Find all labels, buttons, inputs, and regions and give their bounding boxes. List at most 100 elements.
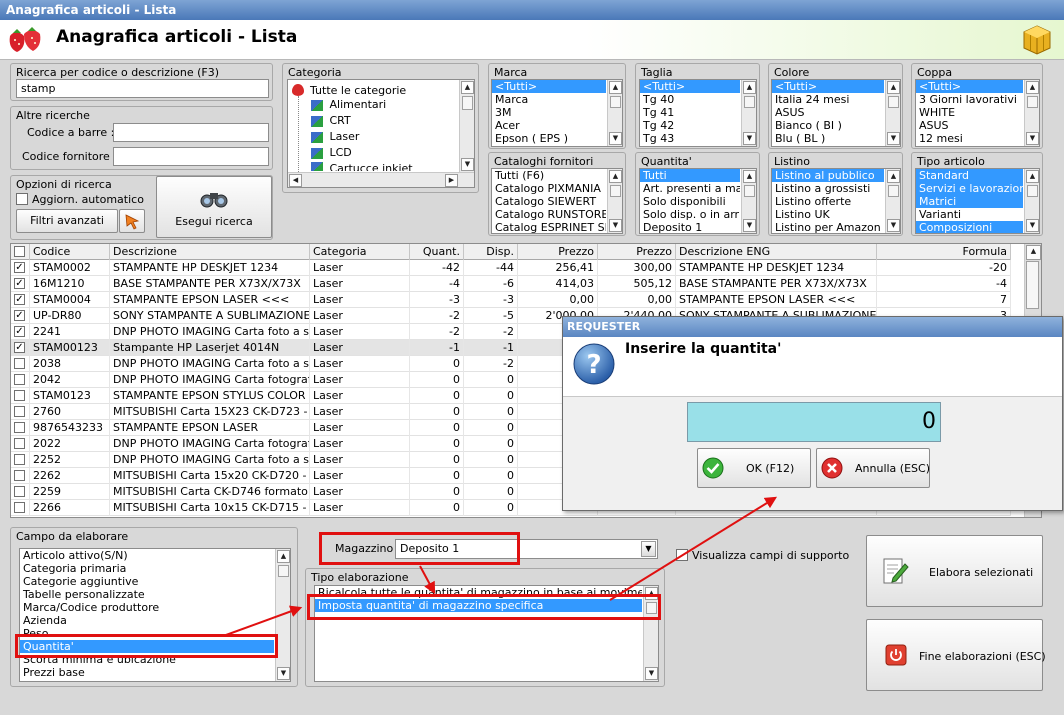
row-checkbox[interactable]: ✓ xyxy=(14,262,25,273)
category-item[interactable]: Alimentari xyxy=(311,98,386,111)
coppa-option[interactable]: <Tutti> xyxy=(916,80,1023,93)
coppa-option[interactable]: 3 Giorni lavorativi xyxy=(916,93,1023,106)
listino-option[interactable]: Listino al pubblico xyxy=(772,169,884,182)
scroll-down-icon[interactable]: ▼ xyxy=(743,132,756,145)
scroll-right-icon[interactable]: ▶ xyxy=(445,174,458,187)
fine-elaborazioni-button[interactable]: Fine elaborazioni (ESC) xyxy=(866,619,1046,691)
tipo-articolo-option[interactable]: Standard xyxy=(916,169,1023,182)
coppa-option[interactable]: WHITE xyxy=(916,106,1023,119)
filter-arrow-button[interactable] xyxy=(119,209,145,233)
campo-option[interactable]: Categorie aggiuntive xyxy=(20,575,274,588)
elabora-selezionati-button[interactable]: Elabora selezionati xyxy=(866,535,1043,607)
listbox-scrollbar[interactable]: ▲ ▼ xyxy=(1024,80,1039,146)
listbox-scrollbar[interactable]: ▲ ▼ xyxy=(885,169,900,233)
scroll-left-icon[interactable]: ◀ xyxy=(289,174,302,187)
taglia-option[interactable]: Tg 40 xyxy=(640,93,740,106)
category-tree[interactable]: Tutte le categorie Alimentari CRT Laser … xyxy=(287,79,475,188)
row-checkbox[interactable] xyxy=(14,502,25,513)
listbox-scrollbar[interactable]: ▲ ▼ xyxy=(885,80,900,146)
listbox-scrollbar[interactable]: ▲ ▼ xyxy=(1024,169,1039,233)
row-checkbox[interactable] xyxy=(14,422,25,433)
quantita-option[interactable]: Deposito 1 xyxy=(640,221,740,233)
support-fields-checkbox[interactable] xyxy=(676,549,688,561)
quantity-input[interactable]: 0 xyxy=(687,402,941,442)
listino-option[interactable]: Listino offerte xyxy=(772,195,884,208)
row-checkbox[interactable]: ✓ xyxy=(14,310,25,321)
row-checkbox[interactable]: ✓ xyxy=(14,326,25,337)
select-all-column[interactable] xyxy=(11,244,30,260)
cancel-button[interactable]: Annulla (ESC) xyxy=(816,448,930,488)
campo-option[interactable]: Marca/Codice produttore xyxy=(20,601,274,614)
marca-option[interactable]: Epson ( EPS ) xyxy=(492,132,606,145)
colore-listbox[interactable]: <Tutti> Italia 24 mesi ASUS Bianco ( BI ) Bl… xyxy=(771,79,901,147)
supplier-code-input[interactable] xyxy=(113,147,269,166)
table-row[interactable]: ✓ STAM0002 STAMPANTE HP DESKJET 1234 Laser -… xyxy=(11,260,1011,276)
column-header[interactable]: Disp. xyxy=(464,244,518,260)
scroll-down-icon[interactable]: ▼ xyxy=(609,132,622,145)
marca-option[interactable]: 3M xyxy=(492,106,606,119)
taglia-option[interactable]: Tg 43 xyxy=(640,132,740,145)
scroll-thumb[interactable] xyxy=(1027,185,1038,197)
row-checkbox[interactable] xyxy=(14,374,25,385)
row-checkbox[interactable] xyxy=(14,486,25,497)
catalogo-option[interactable]: Catalogo SIEWERT xyxy=(492,195,606,208)
marca-listbox[interactable]: <Tutti> Marca 3M Acer Epson ( EPS ) ▲ ▼ xyxy=(491,79,623,147)
colore-option[interactable]: Bianco ( BI ) xyxy=(772,119,884,132)
campo-option[interactable]: Azienda xyxy=(20,614,274,627)
ok-button[interactable]: OK (F12) xyxy=(697,448,811,488)
colore-option[interactable]: Blu ( BL ) xyxy=(772,132,884,145)
scroll-down-icon[interactable]: ▼ xyxy=(609,219,622,232)
column-header[interactable]: Formula xyxy=(877,244,1011,260)
scroll-thumb[interactable] xyxy=(744,185,755,197)
scroll-thumb[interactable] xyxy=(1027,96,1038,108)
taglia-listbox[interactable]: <Tutti> Tg 40 Tg 41 Tg 42 Tg 43 ▲ ▼ xyxy=(639,79,757,147)
scroll-thumb[interactable] xyxy=(888,96,899,108)
catalogo-option[interactable]: Catalogo RUNSTORE xyxy=(492,208,606,221)
table-row[interactable]: ✓ 16M1210 BASE STAMPANTE PER X73X/X73X Lase… xyxy=(11,276,1011,292)
scroll-down-icon[interactable]: ▼ xyxy=(461,158,474,171)
category-root[interactable]: Tutte le categorie xyxy=(310,84,406,97)
barcode-input[interactable] xyxy=(113,123,269,142)
listino-option[interactable]: Listino a grossisti xyxy=(772,182,884,195)
catalogo-option[interactable]: Tutti (F6) xyxy=(492,169,606,182)
scroll-thumb[interactable] xyxy=(278,565,289,577)
row-checkbox[interactable] xyxy=(14,406,25,417)
campo-option[interactable]: Articolo attivo(S/N) xyxy=(20,549,274,562)
quantita-listbox[interactable]: TuttiArt. presenti a magazzinoSolo dispo… xyxy=(639,168,757,234)
scroll-up-icon[interactable]: ▲ xyxy=(887,81,900,94)
scroll-down-icon[interactable]: ▼ xyxy=(887,219,900,232)
cubes-icon[interactable] xyxy=(1020,23,1054,57)
scroll-up-icon[interactable]: ▲ xyxy=(609,170,622,183)
execute-search-button[interactable]: Esegui ricerca xyxy=(156,176,272,238)
quantita-option[interactable]: Art. presenti a magazzino xyxy=(640,182,740,195)
quantita-option[interactable]: Solo disponibili xyxy=(640,195,740,208)
category-item[interactable]: CRT xyxy=(311,114,351,127)
colore-option[interactable]: ASUS xyxy=(772,106,884,119)
coppa-option[interactable]: ASUS xyxy=(916,119,1023,132)
tipo-articolo-option[interactable]: Varianti xyxy=(916,208,1023,221)
scroll-up-icon[interactable]: ▲ xyxy=(743,81,756,94)
row-checkbox[interactable]: ✓ xyxy=(14,278,25,289)
row-checkbox[interactable] xyxy=(14,438,25,449)
listbox-scrollbar[interactable]: ▲ ▼ xyxy=(275,549,290,681)
scroll-down-icon[interactable]: ▼ xyxy=(1026,132,1039,145)
campo-option[interactable]: Categoria primaria xyxy=(20,562,274,575)
scroll-up-icon[interactable]: ▲ xyxy=(277,550,290,563)
taglia-option[interactable]: Tg 41 xyxy=(640,106,740,119)
taglia-option[interactable]: <Tutti> xyxy=(640,80,740,93)
listbox-scrollbar[interactable]: ▲ ▼ xyxy=(607,80,622,146)
listino-option[interactable]: Listino per Amazon xyxy=(772,221,884,233)
scroll-down-icon[interactable]: ▼ xyxy=(743,219,756,232)
tipo-articolo-option[interactable]: Matrici xyxy=(916,195,1023,208)
cataloghi-listbox[interactable]: Tutti (F6) Catalogo PIXMANIA Catalogo SIEW… xyxy=(491,168,623,234)
column-header[interactable]: Prezzo xyxy=(518,244,598,260)
listbox-scrollbar[interactable]: ▲ ▼ xyxy=(607,169,622,233)
column-header[interactable]: Categoria xyxy=(310,244,410,260)
marca-option[interactable]: Marca xyxy=(492,93,606,106)
taglia-option[interactable]: Tg 42 xyxy=(640,119,740,132)
column-header[interactable]: Quant. xyxy=(410,244,464,260)
auto-update-checkbox[interactable] xyxy=(16,193,28,205)
row-checkbox[interactable] xyxy=(14,470,25,481)
scroll-thumb[interactable] xyxy=(1026,261,1039,309)
tipo-articolo-listbox[interactable]: Standard Servizi e lavorazioni Matrici Vari… xyxy=(915,168,1040,234)
